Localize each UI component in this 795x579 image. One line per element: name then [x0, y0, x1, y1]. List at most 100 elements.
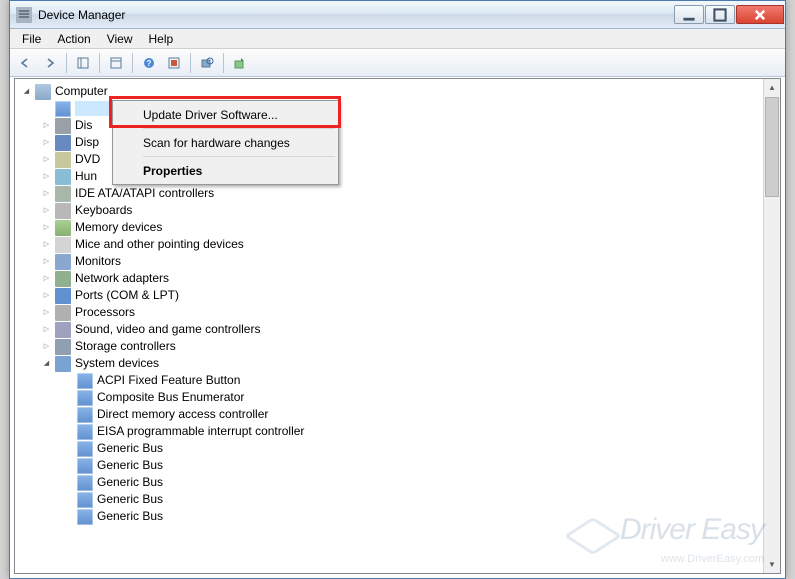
- node-label: System devices: [75, 355, 159, 372]
- network-icon: [55, 271, 71, 287]
- node-label: Generic Bus: [97, 508, 163, 525]
- node-label: Generic Bus: [97, 474, 163, 491]
- node-label: Generic Bus: [97, 457, 163, 474]
- expand-icon[interactable]: [41, 341, 52, 352]
- tree-node-device[interactable]: Generic Bus: [21, 508, 780, 525]
- menu-action[interactable]: Action: [49, 30, 98, 48]
- menubar: File Action View Help: [10, 29, 785, 49]
- menu-view[interactable]: View: [99, 30, 141, 48]
- expand-icon[interactable]: [41, 205, 52, 216]
- display-icon: [55, 135, 71, 151]
- menu-help[interactable]: Help: [141, 30, 182, 48]
- device-icon: [77, 441, 93, 457]
- expand-icon[interactable]: [41, 137, 52, 148]
- update-driver-button[interactable]: [229, 52, 251, 74]
- tree-node-category[interactable]: IDE ATA/ATAPI controllers: [21, 185, 780, 202]
- back-button[interactable]: [14, 52, 36, 74]
- forward-button[interactable]: [39, 52, 61, 74]
- context-menu-separator: [143, 156, 335, 157]
- tree-node-device[interactable]: Generic Bus: [21, 474, 780, 491]
- scroll-up-arrow[interactable]: ▲: [764, 79, 780, 96]
- minimize-button[interactable]: [674, 5, 704, 24]
- device-icon: [77, 492, 93, 508]
- memory-icon: [55, 220, 71, 236]
- tree-node-category[interactable]: Monitors: [21, 253, 780, 270]
- tree-node-device[interactable]: EISA programmable interrupt controller: [21, 423, 780, 440]
- tree-node-device[interactable]: Composite Bus Enumerator: [21, 389, 780, 406]
- node-label: Disp: [75, 134, 99, 151]
- expand-icon[interactable]: [21, 86, 32, 97]
- toolbar-separator: [223, 53, 224, 73]
- context-update-driver[interactable]: Update Driver Software...: [115, 103, 336, 126]
- tree-node-category[interactable]: Memory devices: [21, 219, 780, 236]
- titlebar[interactable]: Device Manager: [10, 1, 785, 29]
- node-label: IDE ATA/ATAPI controllers: [75, 185, 214, 202]
- expand-icon[interactable]: [41, 222, 52, 233]
- hid-icon: [55, 169, 71, 185]
- tree-node-device[interactable]: Direct memory access controller: [21, 406, 780, 423]
- expand-icon[interactable]: [41, 188, 52, 199]
- expand-icon[interactable]: [41, 154, 52, 165]
- context-menu: Update Driver Software... Scan for hardw…: [112, 100, 339, 185]
- expand-icon[interactable]: [41, 239, 52, 250]
- expand-icon[interactable]: [41, 358, 52, 369]
- mouse-icon: [55, 237, 71, 253]
- device-icon: [77, 390, 93, 406]
- toolbar-separator: [66, 53, 67, 73]
- tree-node-device[interactable]: ACPI Fixed Feature Button: [21, 372, 780, 389]
- computer-icon: [35, 84, 51, 100]
- menu-file[interactable]: File: [14, 30, 49, 48]
- context-menu-separator: [143, 128, 335, 129]
- monitor-icon: [55, 254, 71, 270]
- expand-icon[interactable]: [41, 290, 52, 301]
- expand-icon[interactable]: [41, 120, 52, 131]
- context-scan-hardware[interactable]: Scan for hardware changes: [115, 131, 336, 154]
- tree-node-category[interactable]: Processors: [21, 304, 780, 321]
- node-label: Memory devices: [75, 219, 162, 236]
- expand-icon[interactable]: [41, 256, 52, 267]
- storage-icon: [55, 339, 71, 355]
- tree-node-category[interactable]: Storage controllers: [21, 338, 780, 355]
- tree-node-computer[interactable]: Computer: [21, 83, 780, 100]
- tree-node-system-devices[interactable]: System devices: [21, 355, 780, 372]
- node-label: DVD: [75, 151, 100, 168]
- scroll-down-arrow[interactable]: ▼: [764, 556, 780, 573]
- properties-button[interactable]: [105, 52, 127, 74]
- node-label: Hun: [75, 168, 97, 185]
- ide-icon: [55, 186, 71, 202]
- toolbar-separator: [99, 53, 100, 73]
- help-button[interactable]: ?: [138, 52, 160, 74]
- tree-node-category[interactable]: Mice and other pointing devices: [21, 236, 780, 253]
- device-manager-window: Device Manager File Action View Help ? C…: [9, 0, 786, 579]
- toolbar-separator: [132, 53, 133, 73]
- tree-node-category[interactable]: Keyboards: [21, 202, 780, 219]
- show-hide-tree-button[interactable]: [72, 52, 94, 74]
- scan-hardware-button[interactable]: [196, 52, 218, 74]
- tree-node-device[interactable]: Generic Bus: [21, 440, 780, 457]
- port-icon: [55, 288, 71, 304]
- tree-node-category[interactable]: Sound, video and game controllers: [21, 321, 780, 338]
- expand-icon[interactable]: [41, 307, 52, 318]
- scroll-thumb[interactable]: [765, 97, 779, 197]
- close-button[interactable]: [736, 5, 784, 24]
- svg-text:?: ?: [147, 59, 152, 68]
- node-label: Monitors: [75, 253, 121, 270]
- app-icon: [16, 7, 32, 23]
- device-icon: [77, 475, 93, 491]
- expand-icon[interactable]: [41, 171, 52, 182]
- tree-node-category[interactable]: Network adapters: [21, 270, 780, 287]
- expand-icon[interactable]: [41, 273, 52, 284]
- vertical-scrollbar[interactable]: ▲ ▼: [763, 79, 780, 573]
- options-button[interactable]: [163, 52, 185, 74]
- context-properties[interactable]: Properties: [115, 159, 336, 182]
- node-label: Processors: [75, 304, 135, 321]
- device-icon: [77, 373, 93, 389]
- disk-icon: [55, 118, 71, 134]
- expand-icon[interactable]: [41, 324, 52, 335]
- node-label: Generic Bus: [97, 440, 163, 457]
- maximize-button[interactable]: [705, 5, 735, 24]
- tree-node-device[interactable]: Generic Bus: [21, 457, 780, 474]
- tree-node-category[interactable]: Ports (COM & LPT): [21, 287, 780, 304]
- device-icon: [77, 424, 93, 440]
- tree-node-device[interactable]: Generic Bus: [21, 491, 780, 508]
